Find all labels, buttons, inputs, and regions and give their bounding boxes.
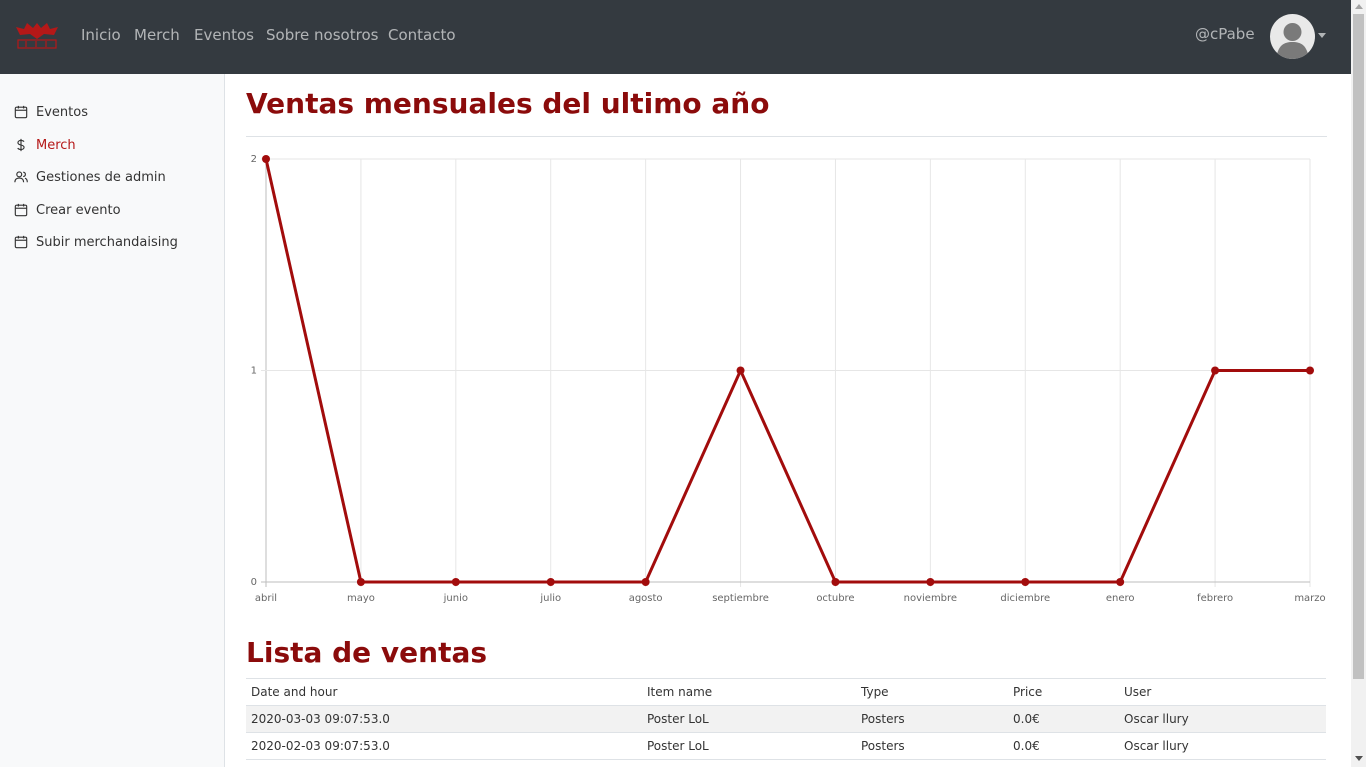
y-tick-label: 1 — [251, 366, 257, 377]
column-header-user[interactable]: User — [1119, 678, 1326, 706]
x-tick-label: febrero — [1197, 593, 1233, 604]
x-tick-label: abril — [255, 593, 277, 604]
user-avatar-icon[interactable] — [1270, 14, 1315, 59]
cell-item: Poster LoL — [642, 705, 856, 733]
scroll-thumb[interactable] — [1353, 14, 1364, 679]
bat-logo-icon[interactable] — [14, 20, 60, 52]
vertical-scrollbar[interactable] — [1351, 0, 1366, 767]
x-tick-label: junio — [443, 593, 468, 604]
cell-price: 0.0€ — [1008, 732, 1119, 760]
scroll-up-icon[interactable] — [1355, 4, 1363, 9]
y-tick-label: 2 — [251, 154, 257, 165]
column-header-type[interactable]: Type — [856, 678, 1008, 706]
sidebar-item-subir-merchandaising[interactable]: Subir merchandaising — [14, 233, 178, 251]
nav-link-eventos[interactable]: Eventos — [194, 26, 254, 44]
data-point — [451, 578, 460, 586]
data-point — [1021, 578, 1030, 586]
sidebar-item-gestiones-de-admin[interactable]: Gestiones de admin — [14, 168, 166, 186]
nav-link-sobre-nosotros[interactable]: Sobre nosotros — [266, 26, 378, 44]
column-header-price[interactable]: Price — [1008, 678, 1119, 706]
cell-type: Posters — [856, 732, 1008, 760]
data-point — [831, 578, 840, 586]
cell-user: Oscar llury — [1119, 705, 1326, 733]
sidebar-item-label: Eventos — [36, 104, 88, 120]
sidebar-item-label: Merch — [36, 137, 76, 153]
divider — [246, 136, 1327, 137]
x-tick-label: noviembre — [904, 593, 957, 604]
cell-type: Posters — [856, 705, 1008, 733]
data-point — [1211, 366, 1220, 375]
table-row: 2020-02-03 09:07:53.0 Poster LoL Posters… — [246, 732, 1326, 760]
users-icon — [14, 171, 28, 183]
sales-table: Date and hour Item name Type Price User … — [246, 678, 1326, 760]
main-content: Ventas mensuales del ultimo año 0 1 2 abril… — [226, 74, 1351, 767]
sidebar-item-eventos[interactable]: Eventos — [14, 103, 88, 121]
data-point — [641, 578, 650, 586]
y-tick-label: 0 — [251, 577, 257, 588]
data-point — [262, 155, 270, 163]
cell-date: 2020-02-03 09:07:53.0 — [246, 732, 642, 760]
chevron-down-icon[interactable] — [1318, 33, 1326, 38]
nav-link-contacto[interactable]: Contacto — [388, 26, 456, 44]
calendar-icon — [14, 105, 28, 119]
data-point — [356, 578, 365, 586]
top-navbar: Inicio Merch Eventos Sobre nosotros Cont… — [0, 0, 1351, 74]
table-row: 2020-03-03 09:07:53.0 Poster LoL Posters… — [246, 705, 1326, 733]
sidebar-item-crear-evento[interactable]: Crear evento — [14, 201, 121, 219]
x-tick-label: septiembre — [712, 593, 769, 604]
list-title: Lista de ventas — [246, 636, 488, 669]
column-header-item[interactable]: Item name — [642, 678, 856, 706]
x-tick-label: enero — [1106, 593, 1135, 604]
sidebar-item-label: Crear evento — [36, 202, 121, 218]
chart-title: Ventas mensuales del ultimo año — [246, 87, 770, 120]
sidebar-item-merch[interactable]: Merch — [14, 136, 76, 154]
x-tick-label: octubre — [816, 593, 854, 604]
cell-item: Poster LoL — [642, 732, 856, 760]
cell-date: 2020-03-03 09:07:53.0 — [246, 705, 642, 733]
calendar-icon — [14, 235, 28, 249]
cell-price: 0.0€ — [1008, 705, 1119, 733]
sidebar-item-label: Gestiones de admin — [36, 169, 166, 185]
scroll-down-icon[interactable] — [1355, 756, 1363, 761]
dollar-icon — [17, 138, 25, 152]
x-tick-label: julio — [539, 593, 561, 604]
table-header-row: Date and hour Item name Type Price User — [246, 678, 1326, 706]
x-tick-label: diciembre — [1000, 593, 1050, 604]
sidebar: Eventos Merch Gestiones de admin Crear e… — [0, 74, 225, 767]
data-point — [1116, 578, 1125, 586]
nav-link-merch[interactable]: Merch — [134, 26, 180, 44]
data-point — [736, 366, 745, 375]
data-point — [546, 578, 555, 586]
column-header-date[interactable]: Date and hour — [246, 678, 642, 706]
cell-user: Oscar llury — [1119, 732, 1326, 760]
data-point — [926, 578, 935, 586]
x-tick-label: mayo — [347, 593, 375, 604]
calendar-icon — [14, 203, 28, 217]
x-tick-label: agosto — [629, 593, 663, 604]
x-tick-label: marzo — [1294, 593, 1325, 604]
sidebar-item-label: Subir merchandaising — [36, 234, 178, 250]
username-label[interactable]: @cPabe — [1195, 25, 1255, 43]
nav-link-inicio[interactable]: Inicio — [81, 26, 121, 44]
sales-line-chart: 0 1 2 abril mayo junio julio agosto septiembre oc… — [251, 154, 1326, 604]
data-point — [1306, 366, 1314, 375]
